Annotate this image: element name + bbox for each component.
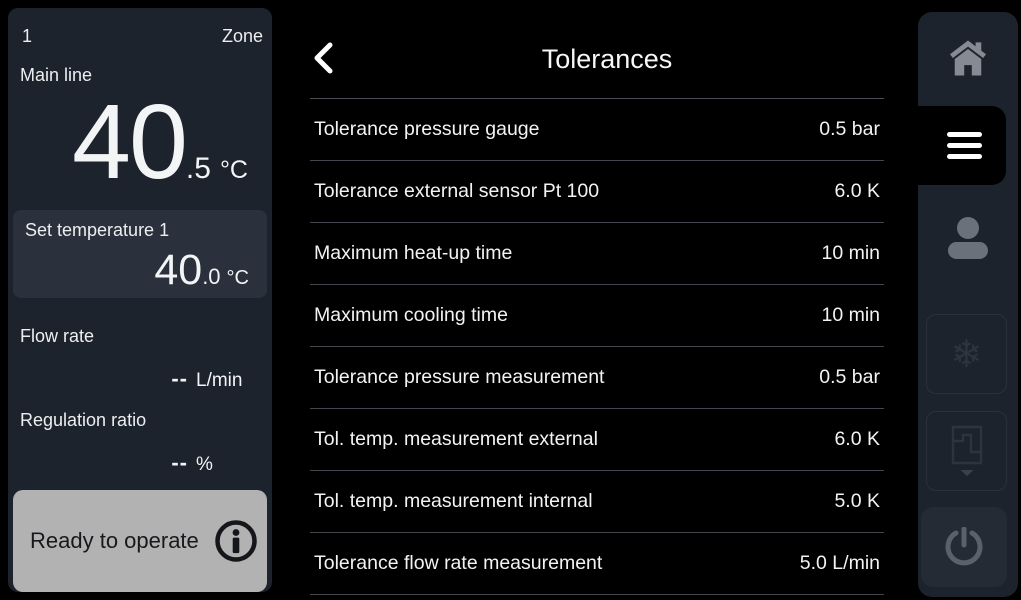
regulation-ratio-label: Regulation ratio (20, 410, 146, 431)
tolerance-row[interactable]: Maximum heat-up time 10 min (310, 223, 884, 285)
set-temperature-label: Set temperature 1 (25, 220, 169, 241)
set-temperature-tile[interactable]: Set temperature 1 40 .0 °C (13, 210, 267, 298)
flow-rate-value: -- (144, 368, 188, 390)
menu-bar (947, 132, 982, 137)
menu-bar (947, 154, 982, 159)
main-temperature-value: 40 .5 °C (72, 89, 248, 195)
home-icon (950, 40, 986, 76)
tolerance-row[interactable]: Tolerance flow rate measurement 5.0 L/mi… (310, 533, 884, 595)
power-button[interactable] (921, 507, 1007, 587)
tolerance-label: Tolerance pressure gauge (314, 118, 539, 141)
sidebar-item-user[interactable] (918, 196, 1018, 280)
tolerance-row[interactable]: Tolerance external sensor Pt 100 6.0 K (310, 161, 884, 223)
zone-panel: 1 Zone Main line 40 .5 °C Set temperatur… (8, 8, 272, 592)
flow-rate-unit: L/min (196, 371, 268, 390)
set-temp-decimal: .0 (202, 266, 220, 288)
tolerance-value: 0.5 bar (819, 118, 880, 141)
menu-icon (947, 132, 982, 159)
set-temp-integer: 40 (154, 249, 202, 292)
tolerance-label: Tolerance flow rate measurement (314, 552, 602, 575)
page-title: Tolerances (330, 44, 884, 75)
tolerance-label: Tolerance pressure measurement (314, 366, 604, 389)
tolerance-value: 0.5 bar (819, 366, 880, 389)
tolerance-value: 6.0 K (834, 180, 880, 203)
snowflake-icon: ❄ (951, 335, 983, 373)
sidebar-item-home[interactable] (918, 16, 1018, 100)
tolerance-value: 5.0 L/min (800, 552, 880, 575)
set-temp-unit: °C (227, 268, 249, 288)
flow-rate-value-row: -- L/min (20, 368, 268, 390)
power-icon (944, 527, 984, 567)
tolerance-value: 10 min (821, 304, 880, 327)
tolerance-row[interactable]: Maximum cooling time 10 min (310, 285, 884, 347)
main-temp-unit: °C (220, 158, 248, 183)
tolerance-value: 5.0 K (834, 490, 880, 513)
tolerance-label: Tol. temp. measurement internal (314, 490, 593, 513)
tolerances-list: Tolerance pressure gauge 0.5 bar Toleran… (310, 98, 884, 595)
user-icon (946, 216, 990, 260)
sidebar-item-cooling[interactable]: ❄ (926, 314, 1007, 394)
tolerance-label: Maximum cooling time (314, 304, 508, 327)
regulation-ratio-value-row: -- % (20, 452, 268, 474)
tolerance-row[interactable]: Tolerance pressure gauge 0.5 bar (310, 99, 884, 161)
sidebar-item-mold[interactable] (926, 411, 1007, 491)
regulation-ratio-value: -- (144, 452, 188, 474)
tolerance-label: Tol. temp. measurement external (314, 428, 598, 451)
zone-label: Zone (222, 26, 263, 47)
zone-number: 1 (22, 26, 32, 47)
tolerance-value: 10 min (821, 242, 880, 265)
main-temp-integer: 40 (72, 89, 186, 195)
regulation-ratio-unit: % (196, 455, 268, 474)
tolerance-row[interactable]: Tolerance pressure measurement 0.5 bar (310, 347, 884, 409)
set-temperature-value: 40 .0 °C (154, 249, 249, 292)
status-label: Ready to operate (30, 528, 214, 554)
tolerance-row[interactable]: Tol. temp. measurement external 6.0 K (310, 409, 884, 471)
status-ready-button[interactable]: Ready to operate (13, 490, 267, 592)
menu-bar (947, 143, 982, 148)
tolerance-label: Maximum heat-up time (314, 242, 512, 265)
tolerance-label: Tolerance external sensor Pt 100 (314, 180, 599, 203)
sidebar-item-menu[interactable] (890, 106, 1006, 185)
flow-rate-label: Flow rate (20, 326, 94, 347)
tolerance-value: 6.0 K (834, 428, 880, 451)
info-icon (214, 519, 258, 563)
mold-icon (947, 424, 987, 478)
main-temp-decimal: .5 (186, 154, 211, 184)
tolerance-row[interactable]: Tol. temp. measurement internal 5.0 K (310, 471, 884, 533)
